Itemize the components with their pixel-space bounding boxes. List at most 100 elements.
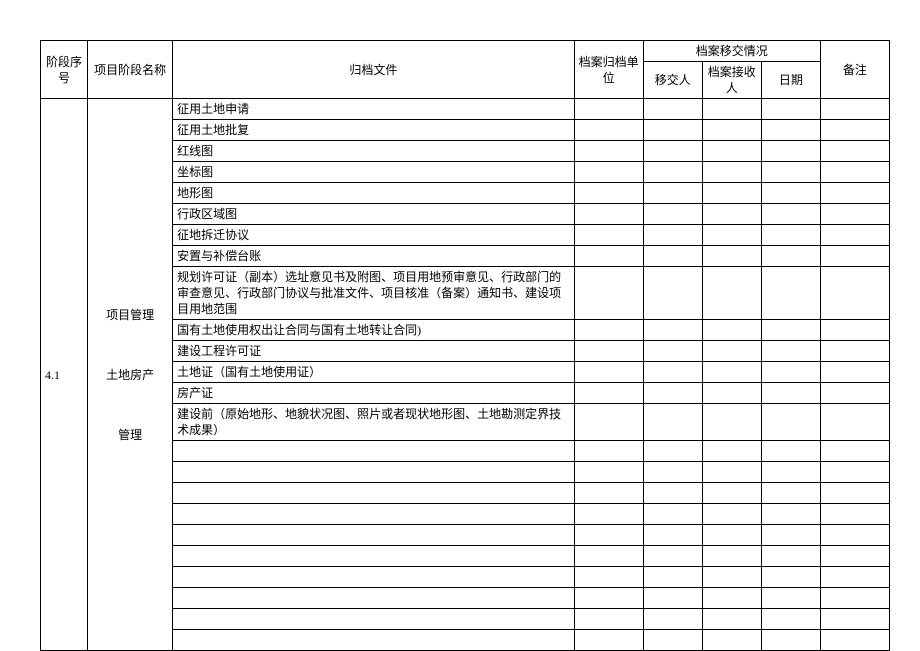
cell-date (761, 246, 820, 267)
cell-note (820, 120, 889, 141)
cell-transfer (643, 567, 702, 588)
cell-date (761, 462, 820, 483)
cell-note (820, 504, 889, 525)
cell-note (820, 383, 889, 404)
cell-receiver (702, 588, 761, 609)
cell-date (761, 630, 820, 651)
cell-file (173, 630, 574, 651)
cell-note (820, 162, 889, 183)
cell-note (820, 588, 889, 609)
cell-file (173, 483, 574, 504)
cell-unit (574, 341, 643, 362)
cell-file: 坐标图 (173, 162, 574, 183)
cell-date (761, 546, 820, 567)
cell-date (761, 204, 820, 225)
cell-note (820, 567, 889, 588)
cell-note (820, 183, 889, 204)
cell-transfer (643, 383, 702, 404)
cell-date (761, 383, 820, 404)
cell-note (820, 225, 889, 246)
header-row-1: 阶段序号 项目阶段名称 归档文件 档案归档单位 档案移交情况 备注 (41, 41, 890, 62)
cell-unit (574, 567, 643, 588)
cell-unit (574, 141, 643, 162)
cell-file: 行政区域图 (173, 204, 574, 225)
cell-transfer (643, 320, 702, 341)
cell-receiver (702, 341, 761, 362)
cell-date (761, 225, 820, 246)
cell-transfer (643, 588, 702, 609)
cell-note (820, 462, 889, 483)
cell-transfer (643, 267, 702, 320)
cell-receiver (702, 225, 761, 246)
cell-receiver (702, 609, 761, 630)
hdr-seq: 阶段序号 (41, 41, 88, 99)
cell-receiver (702, 267, 761, 320)
stage-text-3: 管理 (118, 428, 142, 442)
cell-file (173, 609, 574, 630)
cell-file: 征地拆迁协议 (173, 225, 574, 246)
cell-date (761, 609, 820, 630)
cell-unit (574, 630, 643, 651)
cell-note (820, 546, 889, 567)
cell-file (173, 462, 574, 483)
cell-note (820, 320, 889, 341)
cell-receiver (702, 141, 761, 162)
hdr-date: 日期 (761, 62, 820, 99)
cell-receiver (702, 441, 761, 462)
cell-transfer (643, 404, 702, 441)
cell-receiver (702, 383, 761, 404)
cell-date (761, 404, 820, 441)
cell-file: 安置与补偿台账 (173, 246, 574, 267)
archive-table: 阶段序号 项目阶段名称 归档文件 档案归档单位 档案移交情况 备注 移交人 档案… (40, 40, 890, 651)
cell-date (761, 320, 820, 341)
cell-date (761, 183, 820, 204)
cell-date (761, 362, 820, 383)
table-row: 4.1 项目管理 土地房产 管理 征用土地申请 (41, 99, 890, 120)
cell-unit (574, 546, 643, 567)
cell-file: 征用土地申请 (173, 99, 574, 120)
cell-unit (574, 362, 643, 383)
cell-file: 规划许可证（副本）选址意见书及附图、项目用地预审意见、行政部门的审查意见、行政部… (173, 267, 574, 320)
cell-transfer (643, 630, 702, 651)
cell-unit (574, 120, 643, 141)
cell-note (820, 483, 889, 504)
cell-note (820, 204, 889, 225)
cell-transfer (643, 141, 702, 162)
cell-transfer (643, 204, 702, 225)
cell-receiver (702, 120, 761, 141)
cell-transfer (643, 183, 702, 204)
cell-note (820, 341, 889, 362)
cell-receiver (702, 462, 761, 483)
cell-transfer (643, 609, 702, 630)
cell-file: 国有土地使用权出让合同与国有土地转让合同) (173, 320, 574, 341)
cell-unit (574, 588, 643, 609)
cell-receiver (702, 546, 761, 567)
cell-unit (574, 99, 643, 120)
cell-receiver (702, 483, 761, 504)
cell-receiver (702, 404, 761, 441)
cell-unit (574, 609, 643, 630)
cell-date (761, 441, 820, 462)
stage-text-1: 项目管理 (106, 308, 154, 322)
cell-transfer (643, 341, 702, 362)
cell-unit (574, 504, 643, 525)
cell-file: 建设工程许可证 (173, 341, 574, 362)
cell-date (761, 504, 820, 525)
cell-transfer (643, 162, 702, 183)
cell-receiver (702, 183, 761, 204)
cell-receiver (702, 567, 761, 588)
cell-unit (574, 162, 643, 183)
cell-file (173, 504, 574, 525)
cell-file (173, 441, 574, 462)
cell-file: 红线图 (173, 141, 574, 162)
hdr-transfer-person: 移交人 (643, 62, 702, 99)
cell-seq: 4.1 (41, 99, 88, 651)
cell-unit (574, 267, 643, 320)
cell-file: 土地证（国有土地使用证） (173, 362, 574, 383)
cell-note (820, 99, 889, 120)
cell-receiver (702, 320, 761, 341)
cell-unit (574, 183, 643, 204)
cell-unit (574, 483, 643, 504)
cell-note (820, 246, 889, 267)
hdr-note: 备注 (820, 41, 889, 99)
